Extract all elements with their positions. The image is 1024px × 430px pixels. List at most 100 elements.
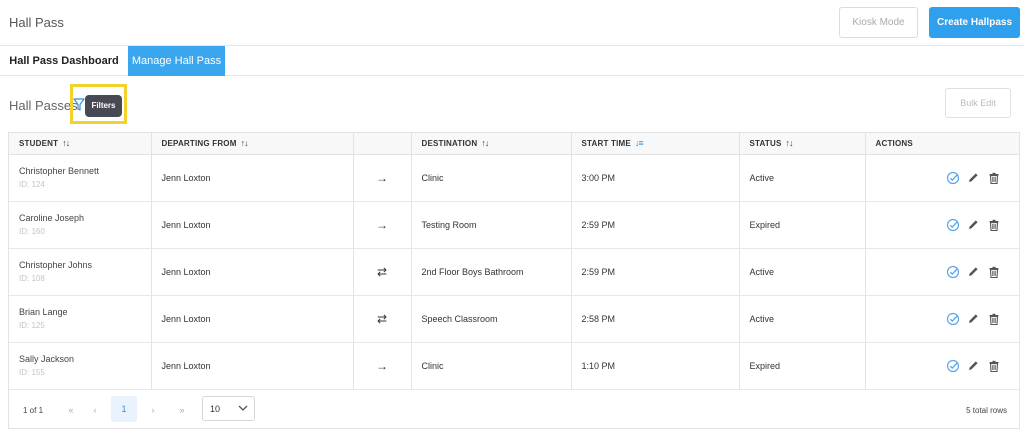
trash-icon[interactable] — [987, 171, 1001, 185]
actions-cell — [865, 154, 1019, 202]
check-circle-icon[interactable] — [946, 359, 960, 373]
student-cell: Christopher Johns ID: 108 — [9, 248, 152, 296]
page-size-value: 10 — [210, 404, 221, 414]
start-time-cell: 2:58 PM — [571, 295, 740, 343]
student-id: ID: 160 — [19, 227, 45, 236]
page-info: 1 of 1 — [23, 406, 44, 415]
student-id: ID: 155 — [19, 368, 45, 377]
student-name: Sally Jackson — [19, 354, 75, 364]
destination-cell: 2nd Floor Boys Bathroom — [411, 248, 572, 296]
table-row: Christopher Johns ID: 108 Jenn Loxton ⇄ … — [9, 248, 1019, 296]
actions-cell — [865, 295, 1019, 343]
departing-from-cell: Jenn Loxton — [151, 154, 354, 202]
direction-icon: → — [353, 342, 412, 390]
student-id: ID: 124 — [19, 180, 45, 189]
trash-icon[interactable] — [987, 312, 1001, 326]
table-row: Brian Lange ID: 125 Jenn Loxton ⇄ Speech… — [9, 295, 1019, 343]
check-circle-icon[interactable] — [946, 312, 960, 326]
sort-descending-icon[interactable]: ↓≡ — [635, 138, 644, 148]
actions-cell — [865, 342, 1019, 390]
sort-icon[interactable]: ↑↓ — [241, 138, 249, 148]
create-hallpass-button[interactable]: Create Hallpass — [929, 7, 1020, 38]
sort-icon[interactable]: ↑↓ — [481, 138, 489, 148]
pencil-icon[interactable] — [966, 265, 980, 279]
column-destination[interactable]: DESTINATION ↑↓ — [411, 133, 572, 155]
column-start-time[interactable]: START TIME ↓≡ — [571, 133, 740, 155]
student-cell: Brian Lange ID: 125 — [9, 295, 152, 343]
student-cell: Christopher Bennett ID: 124 — [9, 154, 152, 202]
start-time-cell: 1:10 PM — [571, 342, 740, 390]
sort-icon[interactable]: ↑↓ — [786, 138, 794, 148]
sort-icon[interactable]: ↑↓ — [62, 138, 70, 148]
table-row: Christopher Bennett ID: 124 Jenn Loxton … — [9, 154, 1019, 202]
destination-cell: Clinic — [411, 154, 572, 202]
pencil-icon[interactable] — [966, 218, 980, 232]
next-page-button[interactable]: › — [143, 402, 163, 418]
current-page-button[interactable]: 1 — [111, 396, 137, 422]
app-title: Hall Pass — [9, 15, 64, 30]
chevron-down-icon — [238, 405, 248, 411]
student-name: Christopher Bennett — [19, 166, 100, 176]
total-rows: 5 total rows — [966, 406, 1007, 415]
student-name: Caroline Joseph — [19, 213, 85, 223]
trash-icon[interactable] — [987, 218, 1001, 232]
tab-hall-pass-dashboard[interactable]: Hall Pass Dashboard — [6, 46, 122, 76]
kiosk-mode-button[interactable]: Kiosk Mode — [839, 7, 918, 38]
student-name: Christopher Johns — [19, 260, 93, 270]
start-time-cell: 2:59 PM — [571, 201, 740, 249]
column-status[interactable]: STATUS ↑↓ — [739, 133, 866, 155]
student-id: ID: 125 — [19, 321, 45, 330]
actions-cell — [865, 201, 1019, 249]
destination-cell: Speech Classroom — [411, 295, 572, 343]
check-circle-icon[interactable] — [946, 218, 960, 232]
status-cell: Active — [739, 295, 866, 343]
pagination: 1 of 1 « ‹ 1 › » 10 5 total rows — [9, 392, 1019, 428]
filters-tooltip: Filters — [85, 95, 122, 117]
status-cell: Expired — [739, 342, 866, 390]
student-name: Brian Lange — [19, 307, 68, 317]
pencil-icon[interactable] — [966, 171, 980, 185]
bulk-edit-button[interactable]: Bulk Edit — [945, 88, 1011, 118]
page-size-select[interactable]: 10 — [202, 396, 255, 421]
prev-page-button[interactable]: ‹ — [85, 402, 105, 418]
pencil-icon[interactable] — [966, 359, 980, 373]
trash-icon[interactable] — [987, 265, 1001, 279]
table-header-row: STUDENT ↑↓ DEPARTING FROM ↑↓ DESTINATION ↑↓… — [9, 133, 1019, 155]
last-page-button[interactable]: » — [172, 402, 192, 418]
destination-cell: Testing Room — [411, 201, 572, 249]
student-cell: Caroline Joseph ID: 160 — [9, 201, 152, 249]
table-row: Sally Jackson ID: 155 Jenn Loxton → Clin… — [9, 342, 1019, 390]
column-student[interactable]: STUDENT ↑↓ — [9, 133, 152, 155]
actions-cell — [865, 248, 1019, 296]
status-cell: Active — [739, 248, 866, 296]
departing-from-cell: Jenn Loxton — [151, 201, 354, 249]
direction-icon: → — [353, 154, 412, 202]
top-bar: Hall Pass Kiosk Mode Create Hallpass — [0, 0, 1024, 46]
hall-pass-table: STUDENT ↑↓ DEPARTING FROM ↑↓ DESTINATION ↑↓… — [8, 132, 1020, 429]
section-title: Hall Passes — [9, 98, 78, 113]
student-id: ID: 108 — [19, 274, 45, 283]
pencil-icon[interactable] — [966, 312, 980, 326]
status-cell: Expired — [739, 201, 866, 249]
column-actions: ACTIONS — [865, 133, 1019, 155]
trash-icon[interactable] — [987, 359, 1001, 373]
tab-bar: Hall Pass Dashboard Manage Hall Pass — [0, 46, 1024, 76]
check-circle-icon[interactable] — [946, 171, 960, 185]
student-cell: Sally Jackson ID: 155 — [9, 342, 152, 390]
check-circle-icon[interactable] — [946, 265, 960, 279]
departing-from-cell: Jenn Loxton — [151, 295, 354, 343]
direction-icon: ⇄ — [353, 295, 412, 343]
tab-manage-hall-pass[interactable]: Manage Hall Pass — [128, 46, 225, 76]
departing-from-cell: Jenn Loxton — [151, 342, 354, 390]
table-row: Caroline Joseph ID: 160 Jenn Loxton → Te… — [9, 201, 1019, 249]
status-cell: Active — [739, 154, 866, 202]
first-page-button[interactable]: « — [61, 402, 81, 418]
column-departing-from[interactable]: DEPARTING FROM ↑↓ — [151, 133, 354, 155]
direction-icon: ⇄ — [353, 248, 412, 296]
destination-cell: Clinic — [411, 342, 572, 390]
direction-icon: → — [353, 201, 412, 249]
start-time-cell: 3:00 PM — [571, 154, 740, 202]
departing-from-cell: Jenn Loxton — [151, 248, 354, 296]
column-direction — [353, 133, 412, 155]
start-time-cell: 2:59 PM — [571, 248, 740, 296]
